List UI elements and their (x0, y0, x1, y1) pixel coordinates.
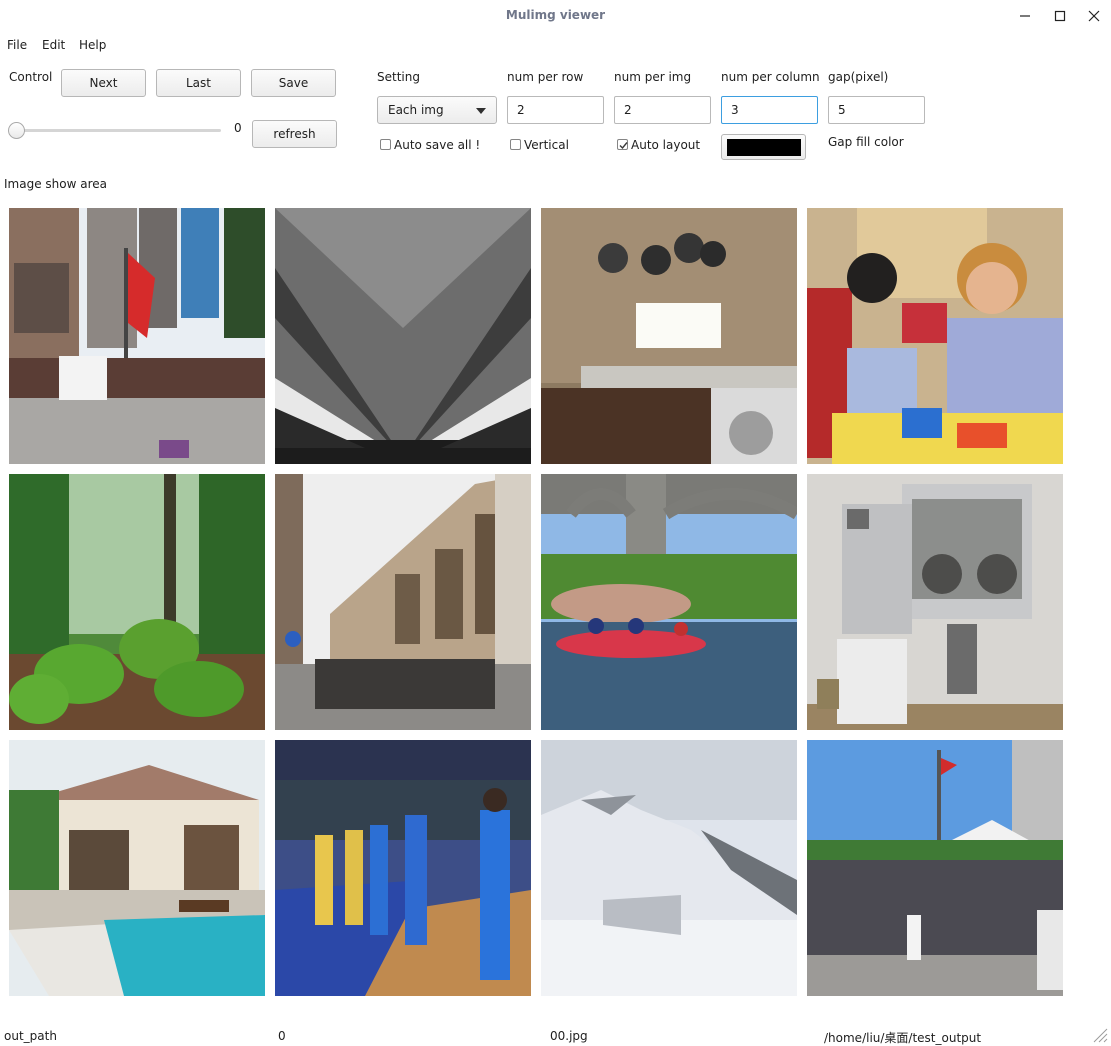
image-bridge-underside (275, 208, 531, 464)
image-cheerleaders (275, 740, 531, 996)
vertical-box[interactable] (510, 139, 521, 150)
menu-file[interactable]: File (7, 38, 27, 52)
last-button[interactable]: Last (156, 69, 241, 97)
layout-mode-select[interactable]: Each img (377, 96, 497, 124)
auto-layout-label: Auto layout (631, 138, 701, 152)
image-kitchen (541, 208, 797, 464)
image-area-label: Image show area (4, 177, 107, 191)
num-per-column-input[interactable] (721, 96, 818, 124)
auto-save-all-checkbox[interactable]: Auto save all ! (380, 138, 480, 152)
image-forest (9, 474, 265, 730)
vertical-checkbox[interactable]: Vertical (510, 138, 580, 152)
image-grid (9, 208, 1063, 996)
image-index-slider-handle[interactable] (8, 122, 25, 139)
image-snowy-mountain (541, 740, 797, 996)
setting-label: Setting (377, 70, 420, 84)
auto-layout-box[interactable] (617, 139, 628, 150)
image-street-parade (9, 208, 265, 464)
save-button[interactable]: Save (251, 69, 336, 97)
image-lab-glovebox (807, 474, 1063, 730)
num-per-img-label: num per img (614, 70, 692, 84)
status-out-path-label: out_path (4, 1029, 57, 1043)
image-villa-pool (9, 740, 265, 996)
auto-save-all-label: Auto save all ! (394, 138, 481, 152)
num-per-column-label: num per column (721, 70, 820, 84)
slider-value: 0 (234, 121, 242, 135)
image-classroom (807, 208, 1063, 464)
gap-input[interactable] (828, 96, 925, 124)
image-plaza-crowd (807, 740, 1063, 996)
auto-save-all-box[interactable] (380, 139, 391, 150)
maximize-icon[interactable] (1049, 6, 1071, 26)
num-per-img-input[interactable] (614, 96, 711, 124)
status-index: 0 (278, 1029, 286, 1043)
gap-fill-color-label: Gap fill color (828, 135, 904, 149)
status-filename: 00.jpg (550, 1029, 588, 1043)
status-output-path: /home/liu/桌面/test_output (824, 1031, 982, 1045)
close-icon[interactable] (1083, 6, 1105, 26)
checkmark-icon (619, 142, 628, 150)
next-button[interactable]: Next (61, 69, 146, 97)
num-per-row-label: num per row (507, 70, 584, 84)
image-city-street (275, 474, 531, 730)
num-per-row-input[interactable] (507, 96, 604, 124)
resize-grip-icon[interactable] (1090, 1025, 1108, 1043)
main-window: Mulimg viewer File Edit Help Control Nex… (0, 0, 1111, 1046)
vertical-label: Vertical (524, 138, 569, 152)
gap-fill-color-swatch (727, 139, 801, 156)
chevron-down-icon (476, 108, 486, 114)
menu-help[interactable]: Help (79, 38, 106, 52)
window-title: Mulimg viewer (505, 8, 606, 22)
gap-fill-color-button[interactable] (721, 134, 806, 160)
image-index-slider-track[interactable] (14, 129, 221, 132)
control-label: Control (9, 70, 53, 84)
title-bar[interactable]: Mulimg viewer (0, 0, 1111, 32)
refresh-button[interactable]: refresh (252, 120, 337, 148)
layout-mode-value: Each img (388, 103, 444, 117)
menu-edit[interactable]: Edit (42, 38, 65, 52)
gap-label: gap(pixel) (828, 70, 889, 84)
minimize-icon[interactable] (1014, 6, 1036, 26)
image-rafting (541, 474, 797, 730)
auto-layout-checkbox[interactable]: Auto layout (617, 138, 707, 152)
